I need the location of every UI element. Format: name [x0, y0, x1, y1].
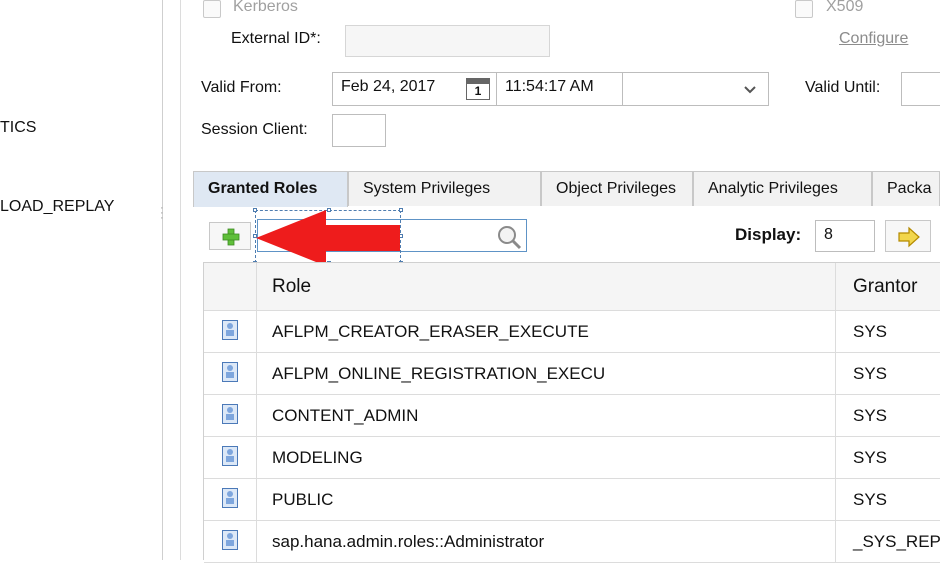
role-cell: MODELING [257, 437, 836, 478]
role-icon [222, 320, 238, 340]
display-label: Display: [735, 225, 802, 244]
table-row[interactable]: AFLPM_ONLINE_REGISTRATION_EXECU SYS [204, 353, 940, 395]
left-list-item[interactable]: TICS [0, 119, 36, 137]
role-icon [222, 530, 238, 550]
grantor-cell: SYS [853, 322, 888, 341]
grantor-cell: SYS [853, 406, 888, 425]
role-icon [222, 446, 238, 466]
table-row[interactable]: CONTENT_ADMIN SYS [204, 395, 940, 437]
header-icon-column [204, 263, 257, 310]
table-row[interactable]: MODELING SYS [204, 437, 940, 479]
content-border [180, 0, 181, 560]
grantor-cell: SYS [853, 448, 888, 467]
external-id-label: External ID*: [231, 30, 321, 47]
tab-analytic-privileges[interactable]: Analytic Privileges [693, 171, 872, 206]
calendar-day: 1 [474, 84, 482, 98]
splitter-grip-icon[interactable]: · · · [160, 203, 165, 224]
role-icon [222, 362, 238, 382]
table-row[interactable]: AFLPM_CREATOR_ERASER_EXECUTE SYS [204, 311, 940, 353]
table-row[interactable]: sap.hana.admin.roles::Administrator _SYS… [204, 521, 940, 563]
grantor-cell: SYS [853, 490, 888, 509]
role-cell: PUBLIC [257, 479, 836, 520]
calendar-icon[interactable]: 1 [466, 78, 490, 100]
external-id-field[interactable] [345, 25, 550, 57]
display-count-input[interactable]: 8 [815, 220, 875, 252]
grantor-cell: _SYS_REPO [853, 532, 940, 551]
table-row[interactable]: PUBLIC SYS [204, 479, 940, 521]
role-cell: CONTENT_ADMIN [257, 395, 836, 436]
tab-granted-roles[interactable]: Granted Roles [193, 171, 348, 207]
granted-roles-table: Role Grantor AFLPM_CREATOR_ERASER_EXECUT… [203, 262, 940, 563]
valid-from-time-field[interactable]: 11:54:17 AM [496, 72, 623, 106]
tab-package-privileges[interactable]: Packa [872, 171, 940, 206]
role-cell: AFLPM_ONLINE_REGISTRATION_EXECU [257, 353, 836, 394]
plus-icon [222, 228, 240, 246]
role-cell: AFLPM_CREATOR_ERASER_EXECUTE [257, 311, 836, 352]
next-page-button[interactable] [885, 220, 931, 252]
tab-object-privileges[interactable]: Object Privileges [541, 171, 693, 206]
left-panel: TICS LOAD_REPLAY [0, 0, 162, 560]
table-header: Role Grantor [204, 263, 940, 311]
arrow-right-icon [898, 226, 920, 248]
role-icon [222, 404, 238, 424]
red-arrow-annotation [256, 210, 400, 266]
grantor-cell: SYS [853, 364, 888, 383]
valid-from-date-text: Feb 24, 2017 [341, 78, 436, 95]
left-list-item[interactable]: LOAD_REPLAY [0, 198, 114, 216]
valid-from-label: Valid From: [201, 79, 282, 96]
header-grantor[interactable]: Grantor [836, 263, 940, 310]
panel-splitter[interactable] [162, 0, 163, 560]
kerberos-label: Kerberos [233, 0, 298, 15]
x509-label: X509 [826, 0, 864, 15]
header-role[interactable]: Role [257, 263, 836, 310]
x509-checkbox[interactable] [795, 0, 813, 18]
kerberos-checkbox[interactable] [203, 0, 221, 18]
tab-system-privileges[interactable]: System Privileges [348, 171, 541, 206]
session-client-label: Session Client: [201, 121, 308, 138]
timezone-select[interactable] [622, 72, 769, 106]
role-icon [222, 488, 238, 508]
valid-until-field[interactable] [901, 72, 940, 106]
chevron-down-icon [744, 86, 756, 94]
role-cell: sap.hana.admin.roles::Administrator [257, 521, 836, 562]
add-role-button[interactable] [209, 222, 251, 250]
session-client-field[interactable] [332, 114, 386, 147]
valid-from-time-text: 11:54:17 AM [505, 78, 594, 95]
valid-until-label: Valid Until: [805, 79, 881, 96]
configure-link[interactable]: Configure [839, 30, 908, 48]
magnifier-icon[interactable] [496, 224, 522, 250]
tab-bar: Granted Roles System Privileges Object P… [193, 171, 940, 207]
